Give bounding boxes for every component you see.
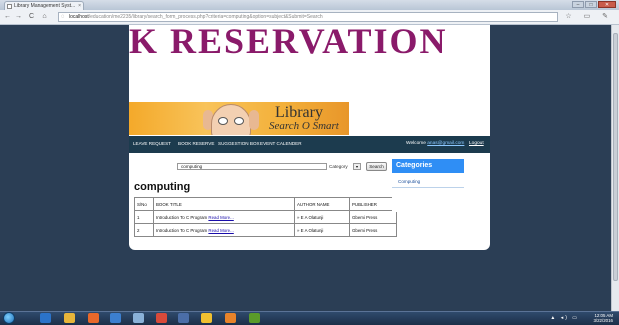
page-viewport: K RESERVATION Library Search O Smart LEA… bbox=[0, 25, 611, 311]
url-path: /education/me2235/library/search_form_pr… bbox=[88, 14, 323, 20]
taskbar-explorer-icon[interactable] bbox=[201, 313, 212, 323]
tab-title: Library Management Syst... bbox=[14, 3, 76, 9]
cell-book-title: Introduction To C Program Read More... bbox=[153, 223, 295, 237]
cell-sno: 1 bbox=[134, 210, 154, 224]
home-icon[interactable]: ⌂ bbox=[40, 12, 49, 22]
taskbar-app-icon[interactable] bbox=[110, 313, 121, 323]
banner-line2: Search O Smart bbox=[269, 120, 339, 132]
read-more-link[interactable]: Read More... bbox=[208, 215, 233, 220]
col-author: AUTHOR NAME bbox=[294, 197, 350, 211]
banner-hand-right bbox=[249, 110, 259, 130]
user-email-link[interactable]: anas@gmail.com bbox=[427, 141, 464, 146]
col-sno: S/No bbox=[134, 197, 154, 211]
col-publisher: PUBLISHER bbox=[349, 197, 397, 211]
categories-heading: Categories bbox=[392, 159, 464, 173]
nav-suggestion-box[interactable]: SUGGESTION BOX bbox=[218, 141, 260, 146]
address-bar[interactable]: ◌ localhost/education/me2235/library/sea… bbox=[58, 12, 558, 22]
welcome-text: Welcome anas@gmail.com bbox=[406, 141, 464, 146]
system-clock[interactable]: 12:05 AM 3/22/2016 bbox=[593, 313, 613, 323]
results-heading: computing bbox=[134, 181, 191, 193]
taskbar-media-icon[interactable] bbox=[133, 313, 144, 323]
minimize-button[interactable]: – bbox=[572, 1, 584, 8]
browser-toolbar: ← → C ⌂ ◌ localhost/education/me2235/lib… bbox=[0, 10, 619, 25]
search-input[interactable]: computing bbox=[177, 163, 327, 170]
taskbar-app4-icon[interactable] bbox=[225, 313, 236, 323]
book-title-text: Introduction To C Program bbox=[156, 214, 208, 220]
url-host: localhost bbox=[69, 14, 89, 20]
cell-author: » E A Olatunji bbox=[294, 223, 350, 237]
category-divider bbox=[392, 187, 464, 188]
category-dropdown-icon[interactable]: ▾ bbox=[353, 163, 361, 170]
toolbar-actions-icons[interactable]: ☆ ▭ ✎ bbox=[565, 12, 613, 20]
taskbar-firefox-icon[interactable] bbox=[88, 313, 99, 323]
category-select-label[interactable]: Category bbox=[329, 163, 348, 170]
nav-event-calender[interactable]: EVENT CALENDER bbox=[260, 141, 302, 146]
start-button-icon[interactable] bbox=[3, 312, 15, 324]
tab-close-icon[interactable]: × bbox=[78, 2, 81, 10]
cell-sno: 2 bbox=[134, 223, 154, 237]
system-tray-icons[interactable]: ▲ ◂) ▭ bbox=[550, 315, 579, 321]
table-row: 1 Introduction To C Program Read More...… bbox=[134, 210, 397, 224]
page-favicon-icon bbox=[7, 4, 12, 9]
close-window-button[interactable]: ✕ bbox=[598, 1, 616, 8]
browser-tab[interactable]: Library Management Syst... × bbox=[4, 1, 84, 10]
book-title-text: Introduction To C Program bbox=[156, 227, 208, 233]
forward-icon[interactable]: → bbox=[14, 12, 23, 22]
maximize-button[interactable]: □ bbox=[585, 1, 597, 8]
categories-panel: Categories Computing bbox=[392, 159, 464, 212]
reload-icon[interactable]: C bbox=[27, 12, 36, 22]
page-icon: ◌ bbox=[61, 14, 65, 20]
vertical-scrollbar[interactable] bbox=[611, 25, 619, 311]
table-row: 2 Introduction To C Program Read More...… bbox=[134, 223, 397, 237]
search-button[interactable]: Search bbox=[366, 162, 387, 171]
cell-publisher: Gbemi Press bbox=[349, 210, 397, 224]
site-header-title: K RESERVATION bbox=[129, 25, 448, 61]
taskbar-folder-icon[interactable] bbox=[64, 313, 75, 323]
window-controls: – □ ✕ bbox=[572, 1, 616, 9]
read-more-link[interactable]: Read More... bbox=[208, 228, 233, 233]
taskbar-app3-icon[interactable] bbox=[178, 313, 189, 323]
scrollbar-thumb[interactable] bbox=[613, 33, 618, 281]
welcome-prefix: Welcome bbox=[406, 141, 428, 146]
taskbar-dreamweaver-icon[interactable] bbox=[249, 313, 260, 323]
page-container: K RESERVATION Library Search O Smart LEA… bbox=[129, 25, 490, 250]
nav-leave-request[interactable]: LEAVE REQUEST bbox=[133, 141, 171, 146]
library-banner: Library Search O Smart bbox=[129, 102, 349, 135]
nav-book-reserve[interactable]: BOOK RESERVE bbox=[178, 141, 214, 146]
category-link-computing[interactable]: Computing bbox=[398, 179, 420, 184]
banner-face-image bbox=[211, 104, 251, 135]
cell-publisher: Gbemi Press bbox=[349, 223, 397, 237]
logout-link[interactable]: Logout bbox=[469, 141, 484, 146]
browser-title-bar: Library Management Syst... × – □ ✕ bbox=[0, 0, 619, 10]
os-taskbar: ▲ ◂) ▭ 12:05 AM 3/22/2016 bbox=[0, 311, 619, 325]
results-table: S/No BOOK TITLE AUTHOR NAME PUBLISHER 1 … bbox=[134, 197, 397, 237]
col-book-title: BOOK TITLE bbox=[153, 197, 295, 211]
taskbar-ie-icon[interactable] bbox=[40, 313, 51, 323]
taskbar-app2-icon[interactable] bbox=[156, 313, 167, 323]
cell-book-title: Introduction To C Program Read More... bbox=[153, 210, 295, 224]
clock-date: 3/22/2016 bbox=[593, 318, 613, 323]
cell-author: » E A Olatunji bbox=[294, 210, 350, 224]
table-header-row: S/No BOOK TITLE AUTHOR NAME PUBLISHER bbox=[134, 197, 397, 211]
main-nav: LEAVE REQUEST BOOK RESERVE SUGGESTION BO… bbox=[129, 136, 490, 153]
back-icon[interactable]: ← bbox=[3, 12, 12, 22]
